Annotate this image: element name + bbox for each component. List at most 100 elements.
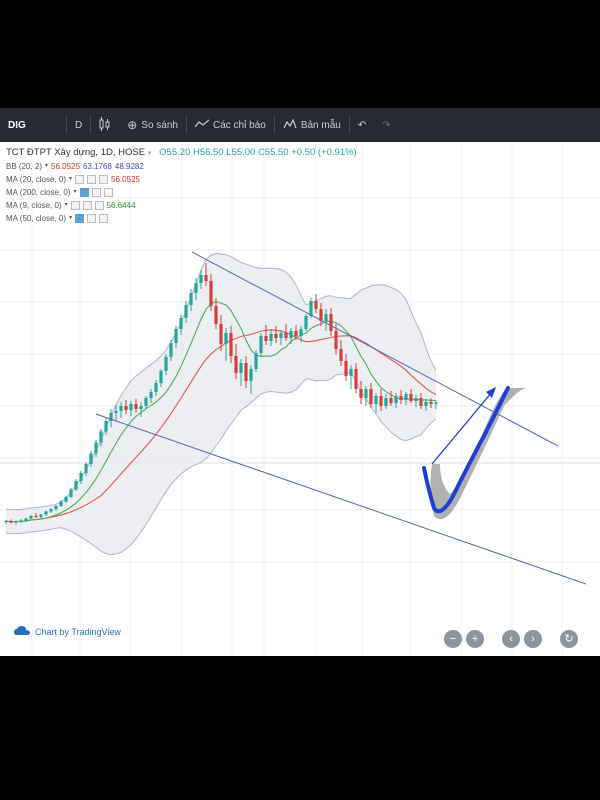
- candle-body: [389, 398, 393, 403]
- chevron-down-icon[interactable]: ▾: [69, 173, 72, 186]
- indicator-value: 63.1768: [82, 162, 112, 171]
- candle-body: [269, 334, 273, 341]
- candle-body: [414, 398, 418, 401]
- candle-body: [134, 404, 138, 409]
- undo-button[interactable]: ↶: [350, 108, 374, 142]
- candle-body: [334, 331, 338, 349]
- candle-body: [164, 357, 168, 371]
- indicator-name: MA (50, close, 0): [6, 214, 67, 223]
- candle-body: [274, 334, 278, 338]
- candle-body: [204, 275, 208, 281]
- indicator-name: BB (20, 2): [6, 162, 43, 171]
- interval-button[interactable]: D: [67, 108, 90, 142]
- bar-style-button[interactable]: [91, 108, 119, 142]
- candle-body: [254, 353, 258, 369]
- candle-body: [419, 398, 423, 406]
- chart-window: DIG D ⊕ So sánh Các chỉ báo Bản mẫu ↶ ↷ …: [0, 108, 600, 656]
- cloud-icon: [14, 626, 30, 638]
- close-icon[interactable]: [103, 188, 113, 197]
- candle-body: [234, 356, 238, 373]
- scroll-right-button[interactable]: ›: [524, 630, 542, 648]
- close-icon[interactable]: [94, 201, 104, 210]
- settings-icon[interactable]: [87, 214, 97, 223]
- indicator-value: 56.0525: [51, 162, 80, 171]
- candle-body: [404, 394, 408, 400]
- indicator-row-ma9[interactable]: MA (9, close, 0) ▾ 56.6444: [6, 199, 357, 212]
- indicators-icon: [194, 119, 210, 132]
- chart-navigation: − + ‹ › ↻: [444, 630, 578, 648]
- indicator-row-ma20[interactable]: MA (20, close, 0) ▾ 56.0525: [6, 173, 357, 186]
- visibility-toggle-icon[interactable]: [70, 201, 80, 210]
- indicator-row-bb[interactable]: BB (20, 2) ▾ 56.0525 63.1768 48.9282: [6, 160, 357, 173]
- candle-body: [349, 369, 353, 376]
- candle-body: [264, 336, 268, 341]
- candle-body: [44, 511, 48, 515]
- indicator-row-ma50[interactable]: MA (50, close, 0) ▾: [6, 212, 357, 225]
- close-icon[interactable]: [99, 175, 109, 184]
- candle-body: [149, 392, 153, 398]
- candle-body: [364, 389, 368, 398]
- indicator-value: 56.0525: [111, 175, 140, 184]
- candle-body: [209, 281, 213, 306]
- legend-title-row: TCT ĐTPT Xây dựng, 1D, HOSE ▾ O55.20 H56…: [6, 146, 357, 160]
- indicator-value: 56.6444: [106, 201, 136, 210]
- candle-body: [179, 318, 183, 329]
- candle-body: [139, 406, 143, 409]
- candle-body: [344, 361, 348, 376]
- symbol-title: TCT ĐTPT Xây dựng, 1D, HOSE: [6, 147, 146, 158]
- zoom-in-button[interactable]: +: [466, 630, 484, 648]
- compare-button[interactable]: ⊕ So sánh: [119, 108, 186, 142]
- compare-label: So sánh: [141, 119, 178, 131]
- candle-body: [289, 331, 293, 338]
- candle-body: [169, 343, 173, 357]
- candle-body: [214, 306, 218, 324]
- eye-icon[interactable]: [75, 214, 85, 223]
- candle-body: [24, 518, 28, 521]
- reset-chart-button[interactable]: ↻: [560, 630, 578, 648]
- candle-body: [374, 396, 378, 404]
- indicators-button[interactable]: Các chỉ báo: [187, 108, 274, 142]
- interval-label: D: [75, 119, 83, 131]
- undo-icon: ↶: [357, 119, 367, 131]
- settings-icon[interactable]: [82, 201, 92, 210]
- chevron-down-icon[interactable]: ▾: [73, 186, 76, 199]
- redo-button[interactable]: ↷: [374, 108, 398, 142]
- eye-icon[interactable]: [79, 188, 89, 197]
- templates-label: Bản mẫu: [300, 119, 341, 131]
- candle-body: [14, 521, 18, 523]
- close-icon[interactable]: [99, 214, 109, 223]
- chevron-down-icon[interactable]: ▾: [148, 150, 152, 157]
- candle-body: [224, 333, 228, 344]
- compare-plus-icon: ⊕: [127, 118, 138, 132]
- candle-body: [259, 336, 263, 353]
- candle-body: [124, 406, 128, 410]
- indicator-name: MA (9, close, 0): [6, 201, 62, 210]
- symbol-label: DIG: [8, 119, 26, 131]
- candle-body: [54, 506, 58, 509]
- candle-body: [294, 331, 298, 336]
- chevron-down-icon[interactable]: ▾: [65, 199, 68, 212]
- candle-body: [319, 309, 323, 321]
- symbol-search[interactable]: DIG: [0, 108, 66, 142]
- candle-body: [434, 402, 438, 404]
- chevron-down-icon[interactable]: ▾: [69, 212, 72, 225]
- zoom-out-button[interactable]: −: [444, 630, 462, 648]
- candle-body: [69, 489, 73, 497]
- visibility-toggle-icon[interactable]: [75, 175, 85, 184]
- candle-body: [284, 333, 288, 338]
- settings-icon[interactable]: [87, 175, 97, 184]
- candle-body: [119, 406, 123, 411]
- tradingview-watermark[interactable]: Chart by TradingView: [14, 626, 121, 638]
- settings-icon[interactable]: [91, 188, 101, 197]
- candle-body: [219, 324, 223, 344]
- candle-body: [409, 394, 413, 401]
- templates-button[interactable]: Bản mẫu: [275, 108, 349, 142]
- candle-body: [239, 363, 243, 373]
- candle-body: [79, 473, 83, 481]
- candle-body: [339, 349, 343, 361]
- scroll-left-button[interactable]: ‹: [502, 630, 520, 648]
- candle-body: [49, 509, 53, 512]
- candle-body: [429, 402, 433, 404]
- chevron-down-icon[interactable]: ▾: [45, 160, 48, 173]
- indicator-row-ma200[interactable]: MA (200, close, 0) ▾: [6, 186, 357, 199]
